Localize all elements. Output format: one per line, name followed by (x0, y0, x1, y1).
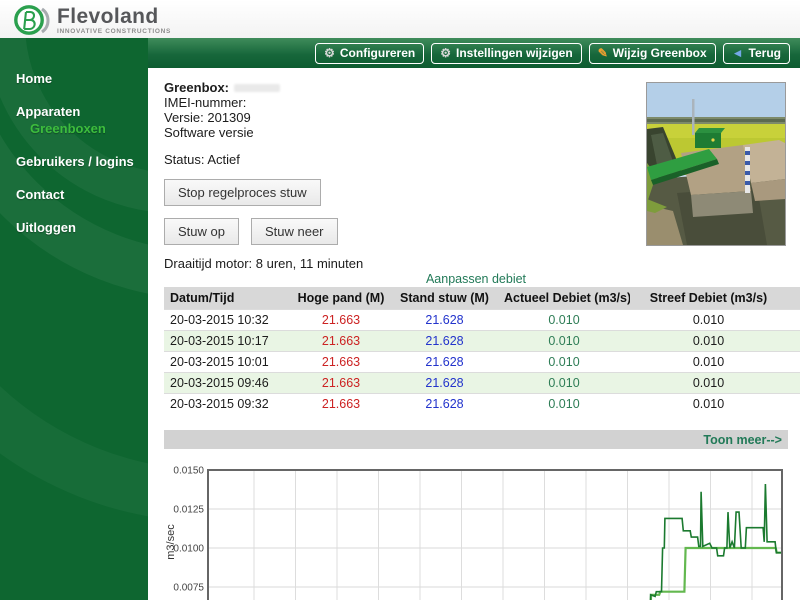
brand-tagline: INNOVATIVE CONSTRUCTIONS (57, 28, 171, 35)
gear-icon: ⚙ (324, 47, 335, 59)
cell: 0.010 (498, 331, 630, 352)
cell: 21.663 (291, 331, 391, 352)
measurements-table: Datum/TijdHoge pand (M)Stand stuw (M)Act… (164, 287, 800, 414)
cell: 21.663 (291, 394, 391, 415)
arrow-left-icon: ◄ (732, 47, 744, 59)
cell: 20-03-2015 10:17 (164, 331, 291, 352)
main-content: Greenbox: IMEI-nummer: Versie: 201309 So… (148, 68, 800, 600)
redacted-value (234, 84, 280, 92)
svg-text:0.0075: 0.0075 (173, 583, 204, 594)
cell: 2.1 (787, 373, 800, 394)
table-row: 20-03-2015 10:0121.66321.6280.0100.0102.… (164, 352, 800, 373)
cell: 0.010 (630, 352, 787, 373)
cell: 0.010 (630, 310, 787, 331)
table-row: 20-03-2015 10:1721.66321.6280.0100.0102.… (164, 331, 800, 352)
sidebar-item-greenboxen[interactable]: Greenboxen (0, 122, 148, 136)
table-row: 20-03-2015 10:3221.66321.6280.0100.0102.… (164, 310, 800, 331)
col-header-datum-tijd: Datum/Tijd (164, 287, 291, 310)
col-header-actueel-debiet-m3-s: Actueel Debiet (m3/s) (498, 287, 630, 310)
cell: 0.010 (498, 373, 630, 394)
table-gap (164, 414, 788, 430)
pencil-icon: ✎ (598, 47, 608, 59)
col-header-stand-stuw-m: Stand stuw (M) (391, 287, 498, 310)
gear-icon: ⚙ (440, 47, 451, 59)
table-row: 20-03-2015 09:4621.66321.6280.0100.0102.… (164, 373, 800, 394)
wijzig-greenbox-button[interactable]: ✎ Wijzig Greenbox (589, 43, 716, 64)
cell: 20-03-2015 10:01 (164, 352, 291, 373)
flow-chart: 0.0150 0.0125 0.0100 0.0075 m3/sec (164, 462, 788, 600)
cell: 0.010 (498, 352, 630, 373)
toolbar-button-label: Instellingen wijzigen (456, 47, 573, 60)
greenbox-detail-page: Flevoland INNOVATIVE CONSTRUCTIONS Home A… (0, 0, 800, 600)
cell: 0.010 (630, 373, 787, 394)
aanpassen-debiet-link[interactable]: Aanpassen debiet (426, 272, 526, 286)
flevoland-logo-icon (10, 2, 50, 38)
configureren-button[interactable]: ⚙ Configureren (315, 43, 424, 64)
cell: 20-03-2015 09:32 (164, 394, 291, 415)
cell: 20-03-2015 09:46 (164, 373, 291, 394)
cell: 0.010 (630, 331, 787, 352)
cell: 2.1 (787, 331, 800, 352)
instellingen-wijzigen-button[interactable]: ⚙ Instellingen wijzigen (431, 43, 581, 64)
col-header-hoge-pand-m: Hoge pand (M) (291, 287, 391, 310)
greenbox-label: Greenbox: (164, 80, 229, 95)
terug-button[interactable]: ◄ Terug (723, 43, 790, 64)
sidebar-nav: Home Apparaten Greenboxen Gebruikers / logi… (0, 38, 148, 235)
cell: 20-03-2015 10:32 (164, 310, 291, 331)
svg-text:m3/sec: m3/sec (165, 524, 177, 560)
measurements-table-header: Datum/TijdHoge pand (M)Stand stuw (M)Act… (164, 287, 800, 310)
cell: 0.010 (630, 394, 787, 415)
cell: 0.010 (498, 310, 630, 331)
flow-chart-svg: 0.0150 0.0125 0.0100 0.0075 m3/sec (164, 462, 788, 600)
brand-name: Flevoland (57, 6, 171, 28)
toolbar-buttons: ⚙ Configureren ⚙ Instellingen wijzigen ✎ Wijz… (148, 38, 800, 68)
weir-site-photo (646, 82, 786, 246)
toon-meer-link[interactable]: Toon meer--> (703, 433, 782, 447)
table-footer-bar: Toon meer--> (164, 430, 788, 449)
cell: 21.628 (391, 310, 498, 331)
cell: 21.663 (291, 352, 391, 373)
cell: 21.628 (391, 394, 498, 415)
cell: 2.3 (787, 352, 800, 373)
stuw-neer-button[interactable]: Stuw neer (251, 218, 338, 245)
cell: 2.2 (787, 310, 800, 331)
brand-logo: Flevoland INNOVATIVE CONSTRUCTIONS (10, 2, 171, 38)
svg-text:0.0100: 0.0100 (173, 544, 204, 555)
sidebar-item-apparaten[interactable]: Apparaten (0, 105, 148, 119)
svg-text:0.0150: 0.0150 (173, 466, 204, 477)
cell: 21.628 (391, 331, 498, 352)
col-header-streef-debiet-m3-s: Streef Debiet (m3/s) (630, 287, 787, 310)
cell: 21.628 (391, 373, 498, 394)
sidebar-item-gebruikers-logins[interactable]: Gebruikers / logins (0, 155, 148, 169)
stop-regelproces-button[interactable]: Stop regelproces stuw (164, 179, 321, 206)
device-info-section: Greenbox: IMEI-nummer: Versie: 201309 So… (164, 80, 788, 271)
cell: 21.628 (391, 352, 498, 373)
cell: 2.3 (787, 394, 800, 415)
cell: 0.010 (498, 394, 630, 415)
cell: 21.663 (291, 310, 391, 331)
cell: 21.663 (291, 373, 391, 394)
toolbar-button-label: Terug (749, 47, 781, 60)
toolbar-button-label: Wijzig Greenbox (613, 47, 707, 60)
sidebar-item-home[interactable]: Home (0, 72, 148, 86)
svg-text:0.0125: 0.0125 (173, 505, 204, 516)
page-header: Flevoland INNOVATIVE CONSTRUCTIONS (0, 0, 800, 38)
sidebar-item-uitloggen[interactable]: Uitloggen (0, 221, 148, 235)
toolbar-button-label: Configureren (340, 47, 415, 60)
sidebar: Home Apparaten Greenboxen Gebruikers / logi… (0, 38, 148, 600)
stuw-op-button[interactable]: Stuw op (164, 218, 239, 245)
sidebar-item-contact[interactable]: Contact (0, 188, 148, 202)
table-row: 20-03-2015 09:3221.66321.6280.0100.0102.… (164, 394, 800, 415)
motor-runtime-text: Draaitijd motor: 8 uren, 11 minuten (164, 256, 788, 271)
col-header-c: °C (787, 287, 800, 310)
